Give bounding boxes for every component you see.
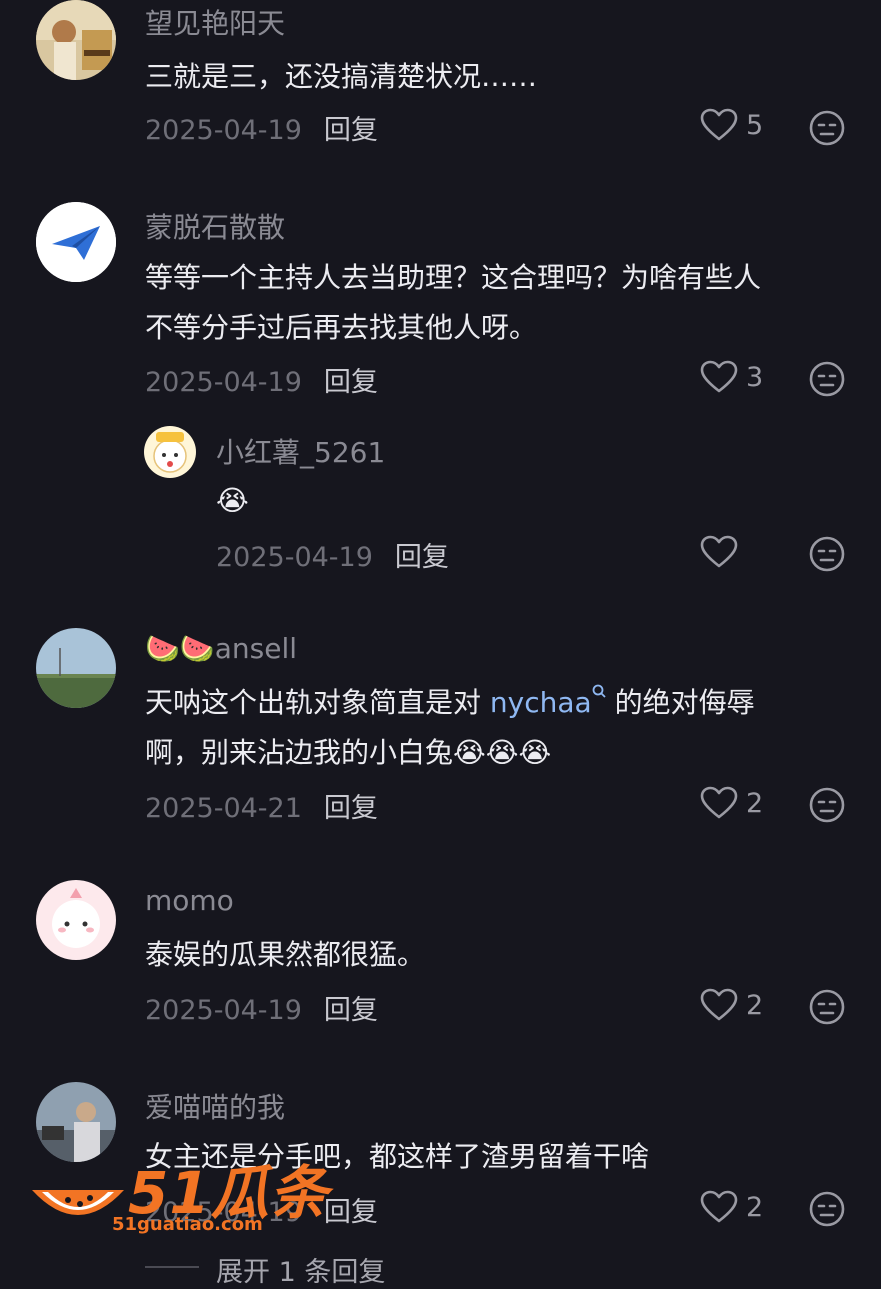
like-button[interactable]: 3 [700,360,763,394]
reply-button[interactable]: 回复 [324,995,378,1026]
heart-icon [700,360,738,393]
username[interactable]: 蒙脱石散散 [145,206,285,246]
avatar[interactable] [36,0,116,80]
dislike-button[interactable] [808,1190,846,1232]
dislike-button[interactable] [808,786,846,828]
comment-meta: 2025-04-21 回复 [145,786,378,825]
comment-text: 等等一个主持人去当助理？这合理吗？为啥有些人 [145,261,762,294]
username-emoji: 🍉🍉 [145,632,215,665]
username[interactable]: 🍉🍉ansell [145,632,297,665]
heart-icon [700,108,738,141]
avatar[interactable] [36,628,116,708]
username-text: ansell [214,632,298,665]
unhappy-face-icon [809,787,845,823]
divider [145,1266,199,1268]
comment-date: 2025-04-19 [216,542,373,573]
reply-button[interactable]: 回复 [395,542,449,573]
mention-link[interactable]: nychaa [490,684,606,719]
username[interactable]: momo [145,884,234,917]
comment-text: 😭 [216,484,249,517]
heart-icon [700,988,738,1021]
search-icon [592,684,606,698]
heart-icon [700,786,738,819]
comment-date: 2025-04-19 [145,367,302,398]
comment-date: 2025-04-19 [145,115,302,146]
like-button[interactable]: 2 [700,1190,763,1224]
comment-text: 啊，别来沾边我的小白兔😭😭😭 [145,736,552,769]
comment-meta: 2025-04-19 回复 [145,988,378,1027]
comment-text: 天呐这个出轨对象简直是对 nychaa 的绝对侮辱 [145,678,755,728]
comment-text: 三就是三，还没搞清楚状况…… [145,60,538,93]
unhappy-face-icon [809,536,845,572]
like-count: 2 [746,787,764,819]
reply-button[interactable]: 回复 [324,1197,378,1228]
reply-button[interactable]: 回复 [324,115,378,146]
reply-button[interactable]: 回复 [324,793,378,824]
watermark-url: 51guatiao.com [112,1214,263,1235]
expand-replies-button[interactable]: 展开 1 条回复 [216,1250,385,1289]
comment-meta: 2025-04-19 回复 [145,108,378,147]
dislike-button[interactable] [808,988,846,1030]
like-count: 2 [746,989,764,1021]
unhappy-face-icon [809,1191,845,1227]
like-button[interactable]: 2 [700,988,763,1022]
comment-text: 泰娱的瓜果然都很猛。 [145,938,426,971]
username[interactable]: 望见艳阳天 [145,2,285,42]
comment-meta: 2025-04-19 回复 [216,535,449,574]
dislike-button[interactable] [808,360,846,402]
unhappy-face-icon [809,989,845,1025]
comment-meta: 2025-04-19 回复 [145,360,378,399]
unhappy-face-icon [809,361,845,397]
like-button[interactable]: 5 [700,108,763,142]
unhappy-face-icon [809,110,845,146]
emoji: 😭😭😭 [453,736,552,769]
username[interactable]: 爱喵喵的我 [145,1086,285,1126]
dislike-button[interactable] [808,535,846,577]
like-count: 3 [746,361,764,393]
comment-text: 不等分手过后再去找其他人呀。 [145,311,538,344]
like-count: 5 [746,109,764,141]
like-count: 2 [746,1191,764,1223]
comment-date: 2025-04-19 [145,995,302,1026]
username[interactable]: 小红薯_5261 [216,431,385,471]
avatar[interactable] [36,202,116,282]
avatar[interactable] [144,426,196,478]
like-button[interactable] [700,535,738,569]
heart-icon [700,1190,738,1223]
avatar[interactable] [36,880,116,960]
heart-icon [700,535,738,568]
like-button[interactable]: 2 [700,786,763,820]
reply-button[interactable]: 回复 [324,367,378,398]
comment-date: 2025-04-21 [145,793,302,824]
dislike-button[interactable] [808,109,846,151]
